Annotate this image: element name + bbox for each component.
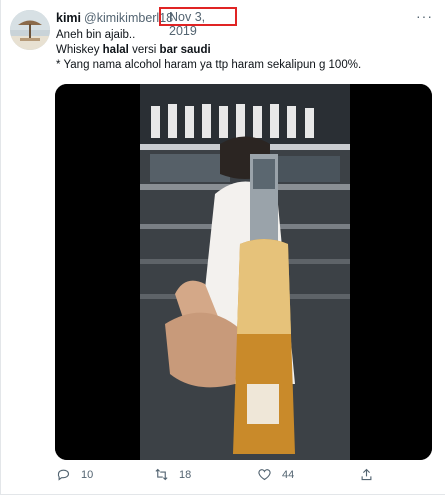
like-button[interactable]: 44 (257, 467, 294, 482)
text-segment: Whiskey (56, 44, 103, 56)
tweet-text-line-2: Whiskey halal versi bar saudi (56, 44, 211, 56)
video-player[interactable] (55, 84, 432, 460)
retweet-count: 18 (179, 468, 192, 481)
video-frame (55, 84, 432, 460)
tweet-header: kimi @kimikimberl18 (56, 11, 173, 25)
text-segment: versi (128, 44, 160, 56)
reply-button[interactable]: 10 (56, 467, 93, 482)
like-count: 44 (282, 468, 295, 481)
reply-icon (57, 469, 70, 481)
retweet-icon (155, 468, 168, 481)
tweet-actions: 10 18 44 (0, 467, 445, 487)
tweet-text-line-1: Aneh bin ajaib.. (56, 29, 136, 41)
text-segment-bold: bar saudi (159, 44, 211, 56)
share-icon (361, 468, 372, 481)
tweet-date[interactable]: Nov 3, 2019 (159, 7, 237, 38)
avatar-image (10, 10, 50, 50)
share-button[interactable] (359, 467, 384, 482)
author-name[interactable]: kimi (56, 11, 81, 25)
tweet-text-line-3: * Yang nama alcohol haram ya ttp haram s… (56, 59, 362, 71)
heart-icon (258, 469, 271, 481)
text-segment-bold: halal (102, 44, 129, 56)
more-options-icon[interactable]: ··· (416, 8, 433, 24)
reply-count: 10 (81, 468, 94, 481)
avatar[interactable] (10, 10, 50, 50)
retweet-button[interactable]: 18 (154, 467, 191, 482)
